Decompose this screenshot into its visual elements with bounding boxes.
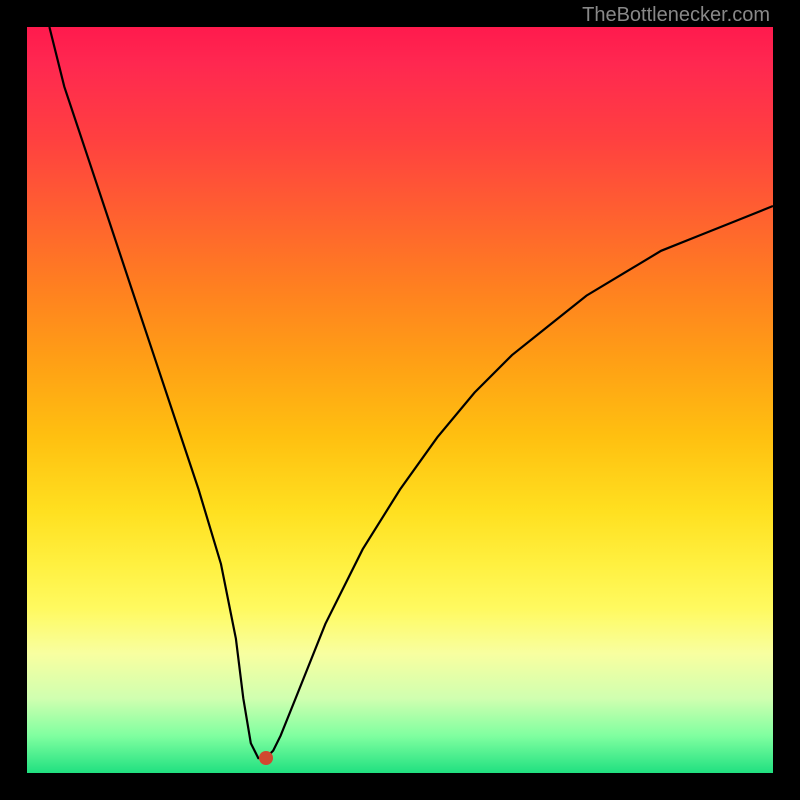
attribution-text: TheBottlenecker.com	[582, 4, 770, 27]
chart-curve-svg	[27, 27, 773, 773]
bottleneck-curve-line	[49, 27, 773, 758]
chart-plot-area	[27, 27, 773, 773]
optimal-point-marker	[259, 751, 273, 765]
